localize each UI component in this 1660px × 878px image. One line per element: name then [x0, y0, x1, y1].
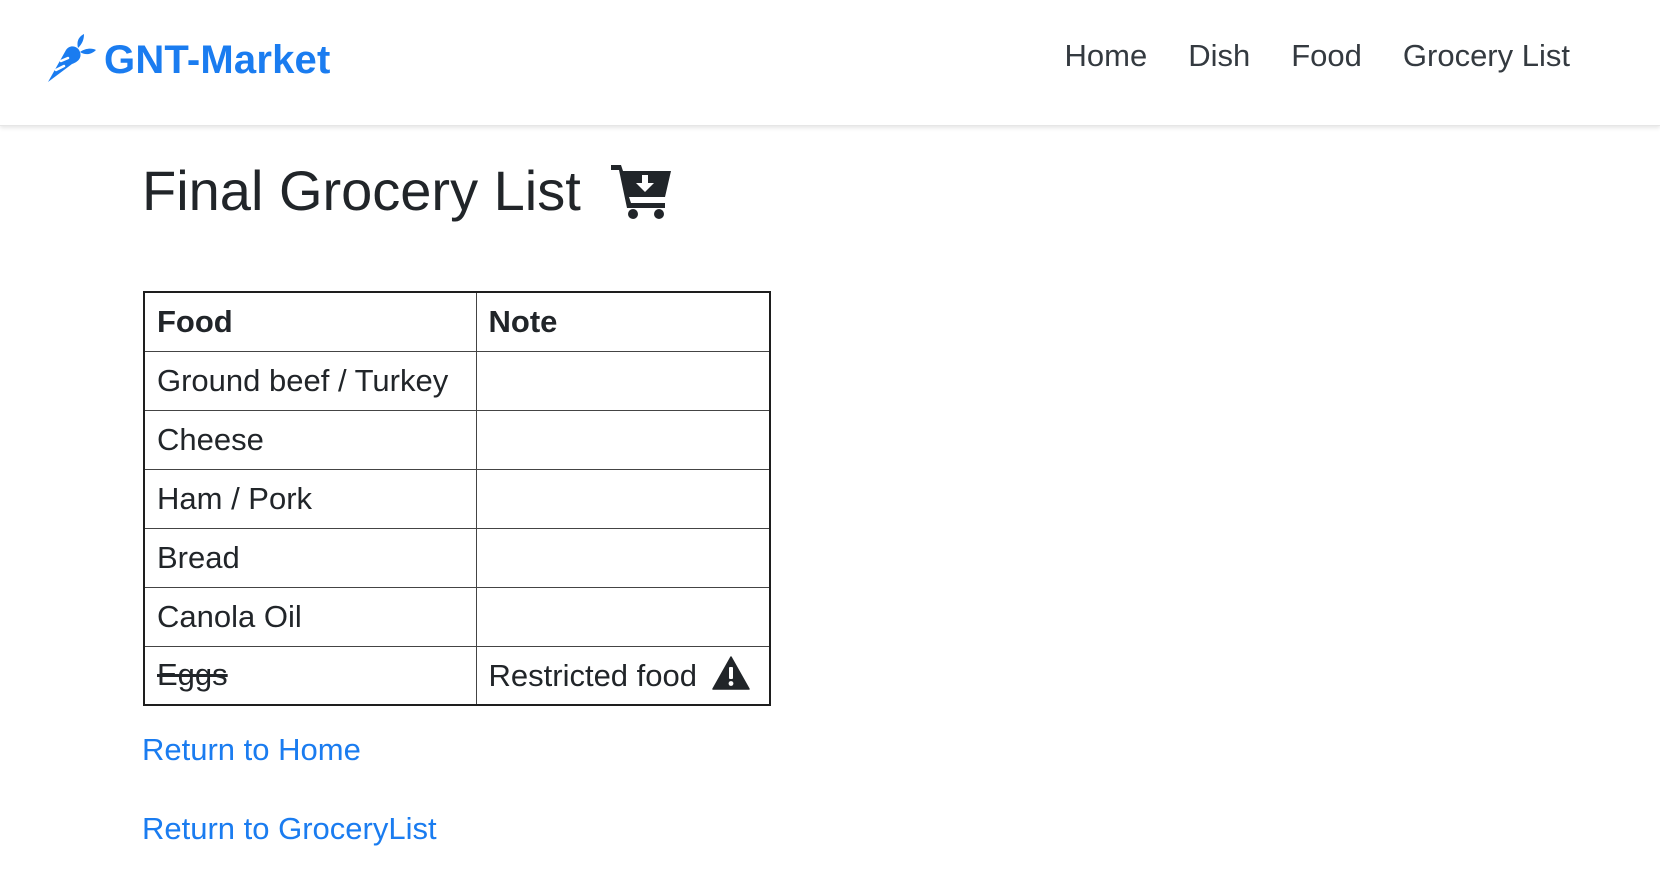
note-cell [475, 409, 771, 470]
nav-food[interactable]: Food [1291, 38, 1362, 74]
return-grocery-list-link[interactable]: Return to GroceryList [142, 811, 437, 847]
return-home-link[interactable]: Return to Home [142, 732, 361, 768]
table-row-restricted: Eggs Restricted food [143, 645, 771, 706]
warning-icon [711, 656, 750, 690]
note-cell [475, 527, 771, 588]
table-header-row: Food Note [143, 291, 771, 352]
food-cell: Ground beef / Turkey [143, 350, 477, 411]
nav-grocery-list[interactable]: Grocery List [1403, 38, 1570, 74]
food-cell: Eggs [143, 645, 477, 706]
column-header-food: Food [143, 291, 477, 352]
note-cell [475, 586, 771, 647]
navbar: GNT-Market Home Dish Food Grocery List [0, 0, 1660, 126]
column-header-note: Note [475, 291, 771, 352]
note-cell [475, 350, 771, 411]
food-cell: Bread [143, 527, 477, 588]
food-cell: Cheese [143, 409, 477, 470]
grocery-table: Food Note Ground beef / Turkey Cheese Ha… [143, 291, 771, 706]
page-title: Final Grocery List [142, 159, 581, 222]
restricted-food-name: Eggs [157, 657, 228, 693]
page-header: Final Grocery List [142, 158, 675, 223]
table-row: Ground beef / Turkey [143, 350, 771, 411]
food-cell: Canola Oil [143, 586, 477, 647]
table-row: Canola Oil [143, 586, 771, 647]
nav-home[interactable]: Home [1065, 38, 1148, 74]
note-cell [475, 468, 771, 529]
brand-name: GNT-Market [104, 37, 331, 82]
nav-links: Home Dish Food Grocery List [1065, 38, 1571, 74]
table-row: Ham / Pork [143, 468, 771, 529]
food-cell: Ham / Pork [143, 468, 477, 529]
restricted-note: Restricted food [488, 658, 698, 694]
carrot-icon [48, 34, 96, 82]
brand-link[interactable]: GNT-Market [44, 34, 331, 86]
table-row: Cheese [143, 409, 771, 470]
nav-dish[interactable]: Dish [1188, 38, 1250, 74]
table-row: Bread [143, 527, 771, 588]
cart-download-icon [610, 164, 671, 219]
note-cell: Restricted food [475, 645, 771, 706]
